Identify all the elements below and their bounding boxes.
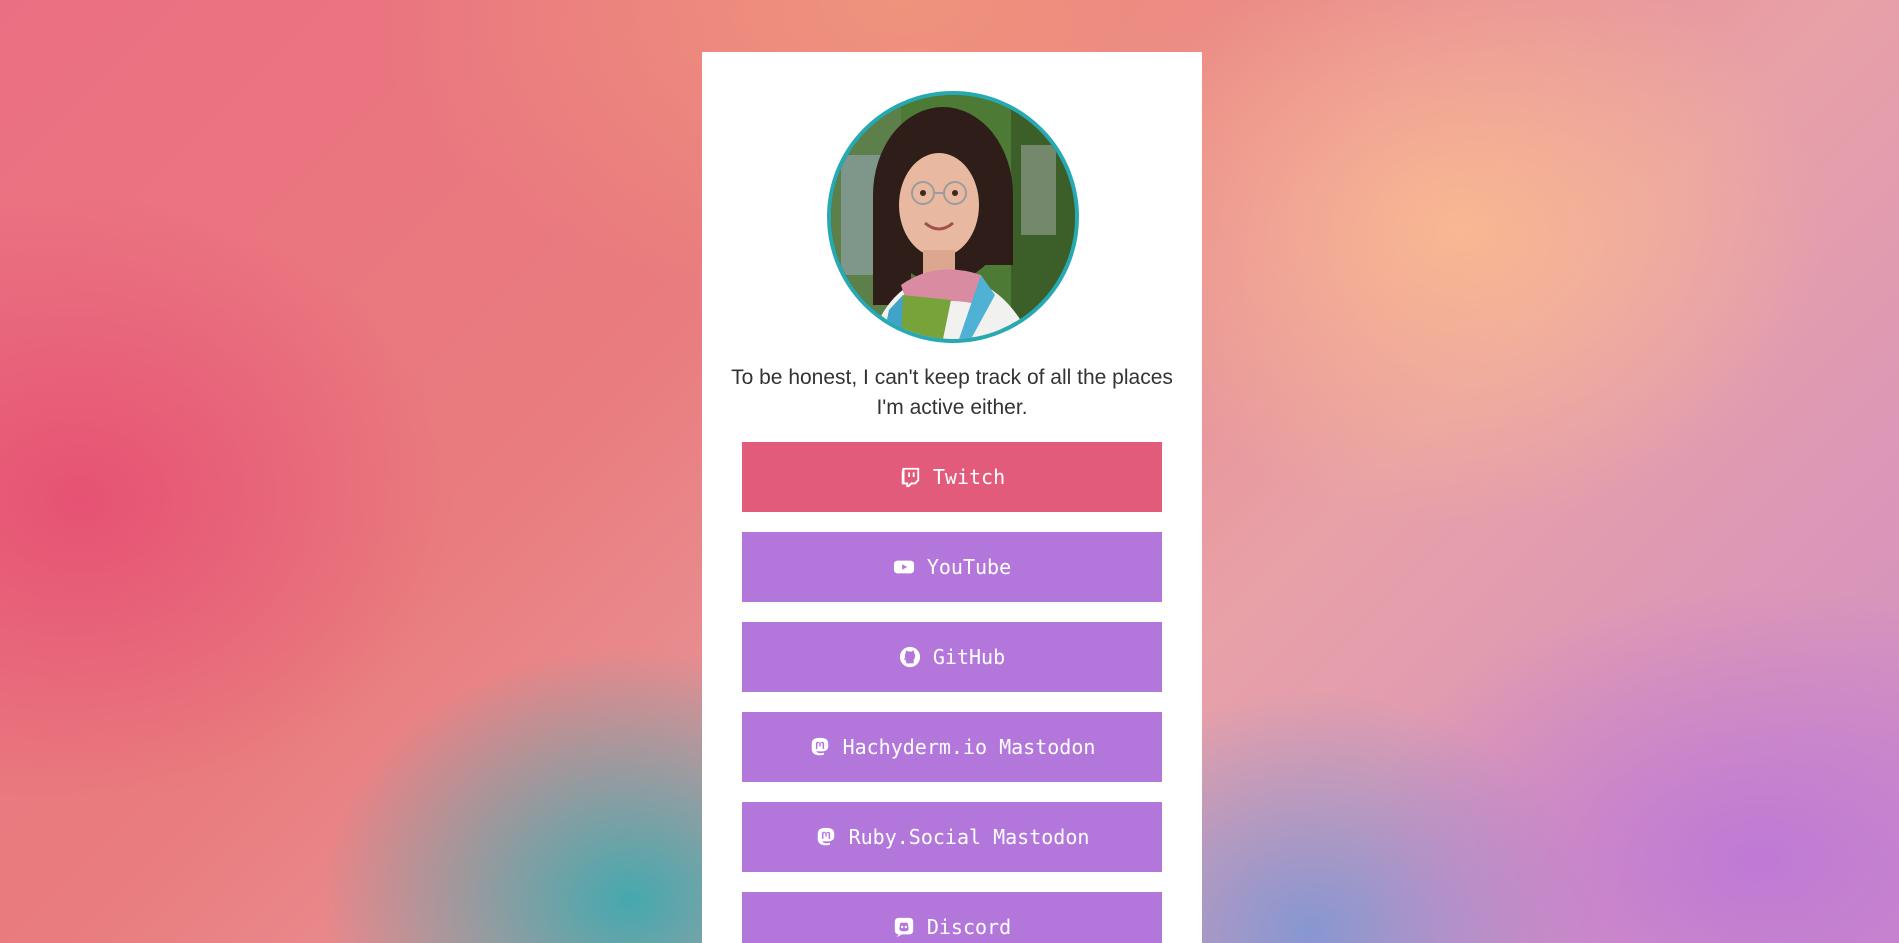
link-label: YouTube	[926, 555, 1012, 579]
github-icon	[899, 646, 921, 668]
youtube-icon	[893, 556, 915, 578]
twitch-link-button[interactable]: Twitch	[742, 442, 1162, 512]
bio-line: To be honest, I can't keep track of all …	[731, 366, 1173, 389]
discord-link-button[interactable]: Discord	[742, 892, 1162, 943]
bio-line: I'm active either.	[876, 396, 1028, 419]
avatar	[827, 91, 1079, 343]
link-label: Hachyderm.io Mastodon	[842, 735, 1096, 759]
discord-icon	[893, 916, 915, 938]
link-label: GitHub	[932, 645, 1006, 669]
link-label: Ruby.Social Mastodon	[848, 825, 1090, 849]
github-link-button[interactable]: GitHub	[742, 622, 1162, 692]
youtube-link-button[interactable]: YouTube	[742, 532, 1162, 602]
link-label: Twitch	[932, 465, 1006, 489]
profile-card: To be honest, I can't keep track of all …	[702, 52, 1202, 943]
link-label: Discord	[926, 915, 1012, 939]
mastodon-icon	[815, 826, 837, 848]
ruby-social-mastodon-link-button[interactable]: Ruby.Social Mastodon	[742, 802, 1162, 872]
hachyderm-mastodon-link-button[interactable]: Hachyderm.io Mastodon	[742, 712, 1162, 782]
bio-text: To be honest, I can't keep track of all …	[702, 363, 1202, 423]
mastodon-icon	[809, 736, 831, 758]
twitch-icon	[899, 466, 921, 488]
avatar-photo	[831, 95, 1075, 339]
